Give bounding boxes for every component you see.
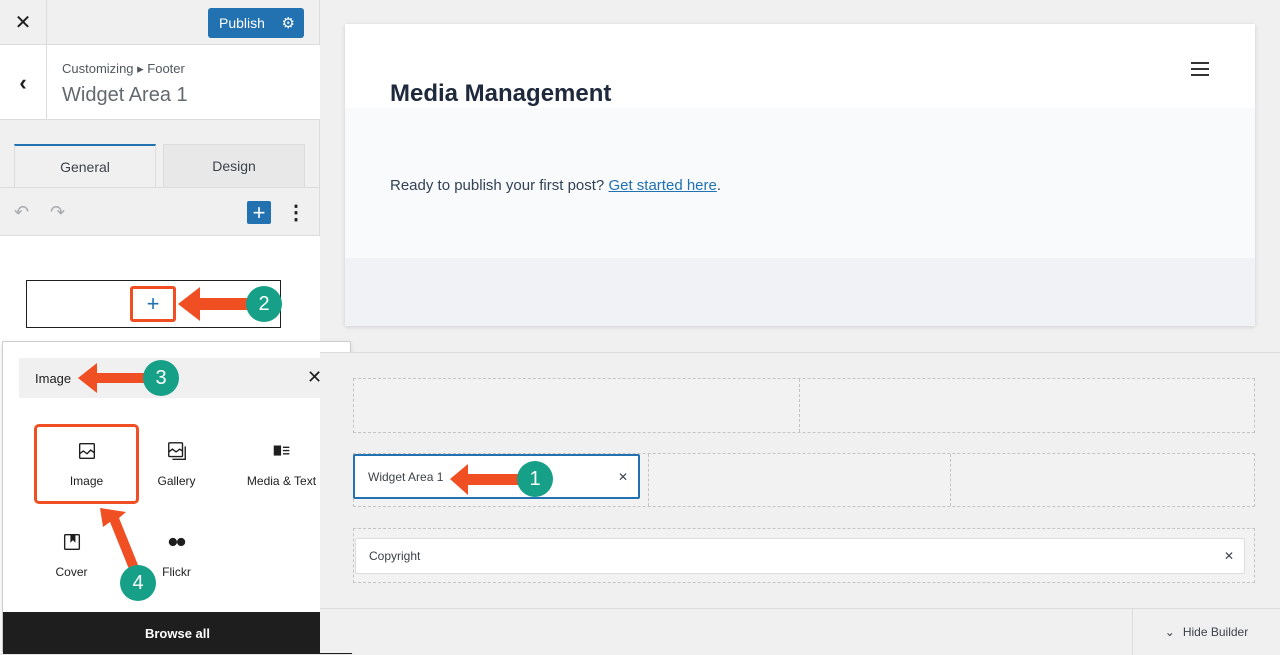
intro-text: Ready to publish your first post? Get st… <box>390 177 721 194</box>
breadcrumb: Customizing ▸ Footer <box>62 61 185 76</box>
builder-cell[interactable] <box>649 454 951 506</box>
block-label: Flickr <box>162 565 191 579</box>
site-title[interactable]: Media Management <box>390 80 611 108</box>
gallery-icon <box>167 442 186 460</box>
step-badge-1: 1 <box>517 461 553 497</box>
intro-text-label: Ready to publish your first post? <box>390 177 609 194</box>
site-preview: Media Management Ready to publish your f… <box>345 24 1255 326</box>
hide-builder-button[interactable]: ⌄ Hide Builder <box>1132 609 1280 655</box>
browse-all-button[interactable]: Browse all <box>3 612 352 654</box>
panel-title: Widget Area 1 <box>62 84 188 106</box>
publish-button[interactable]: Publish ⚙ <box>208 8 304 38</box>
block-media-text[interactable]: Media & Text <box>229 424 334 504</box>
block-label: Cover <box>55 565 88 579</box>
block-label: Gallery <box>157 474 196 488</box>
block-gallery[interactable]: Gallery <box>124 424 229 504</box>
cover-icon <box>63 533 80 551</box>
media-text-icon <box>273 445 289 456</box>
block-toolbar: ↶ ↷ + ⋮ <box>0 187 320 236</box>
flickr-icon <box>168 537 185 547</box>
tab-general[interactable]: General <box>14 144 156 187</box>
tab-design[interactable]: Design <box>163 144 305 187</box>
footer-builder: Widget Area 1 ✕ Copyright ✕ ⌄ Hide Builder <box>320 352 1280 655</box>
chevron-left-icon: ‹ <box>19 69 27 95</box>
builder-row-top[interactable] <box>353 378 1255 433</box>
copyright-item[interactable]: Copyright ✕ <box>355 538 1245 574</box>
item-label: Copyright <box>369 549 421 563</box>
builder-cell[interactable] <box>354 379 800 432</box>
menu-icon[interactable] <box>1191 62 1209 76</box>
hide-builder-label: Hide Builder <box>1182 625 1249 639</box>
remove-icon[interactable]: ✕ <box>618 470 628 484</box>
step-badge-3: 3 <box>143 360 179 396</box>
builder-bottom-bar: ⌄ Hide Builder <box>320 608 1280 655</box>
undo-icon[interactable]: ↶ <box>14 202 29 223</box>
intro-end: . <box>716 177 722 194</box>
close-customizer-button[interactable]: ✕ <box>0 0 47 45</box>
block-inserter-popover: Image ✕ Image Gallery Media & Text Cover… <box>2 341 352 654</box>
get-started-link[interactable]: Get started here <box>608 177 716 194</box>
close-icon: ✕ <box>14 11 32 34</box>
gear-icon[interactable]: ⚙ <box>282 14 295 32</box>
block-label: Image <box>69 474 104 488</box>
add-block-button[interactable]: + <box>247 200 271 225</box>
block-cover[interactable]: Cover <box>19 515 124 595</box>
remove-icon[interactable]: ✕ <box>1224 549 1234 563</box>
step-badge-4: 4 <box>120 565 156 601</box>
redo-icon[interactable]: ↷ <box>50 202 65 223</box>
block-label: Media & Text <box>246 474 317 488</box>
more-options-icon[interactable]: ⋮ <box>286 200 306 225</box>
back-button[interactable]: ‹ <box>0 45 47 120</box>
search-value: Image <box>35 371 72 386</box>
chevron-down-icon: ⌄ <box>1164 625 1175 639</box>
item-label: Widget Area 1 <box>368 469 444 484</box>
preview-footer <box>345 258 1255 326</box>
panel-title-area: ‹ Customizing ▸ Footer Widget Area 1 <box>0 45 320 120</box>
widget-area-1-item[interactable]: Widget Area 1 ✕ <box>353 454 640 499</box>
add-block-plus-button[interactable]: + <box>130 286 176 322</box>
image-icon <box>78 442 95 460</box>
publish-label: Publish <box>219 15 265 31</box>
step-badge-2: 2 <box>246 286 282 322</box>
